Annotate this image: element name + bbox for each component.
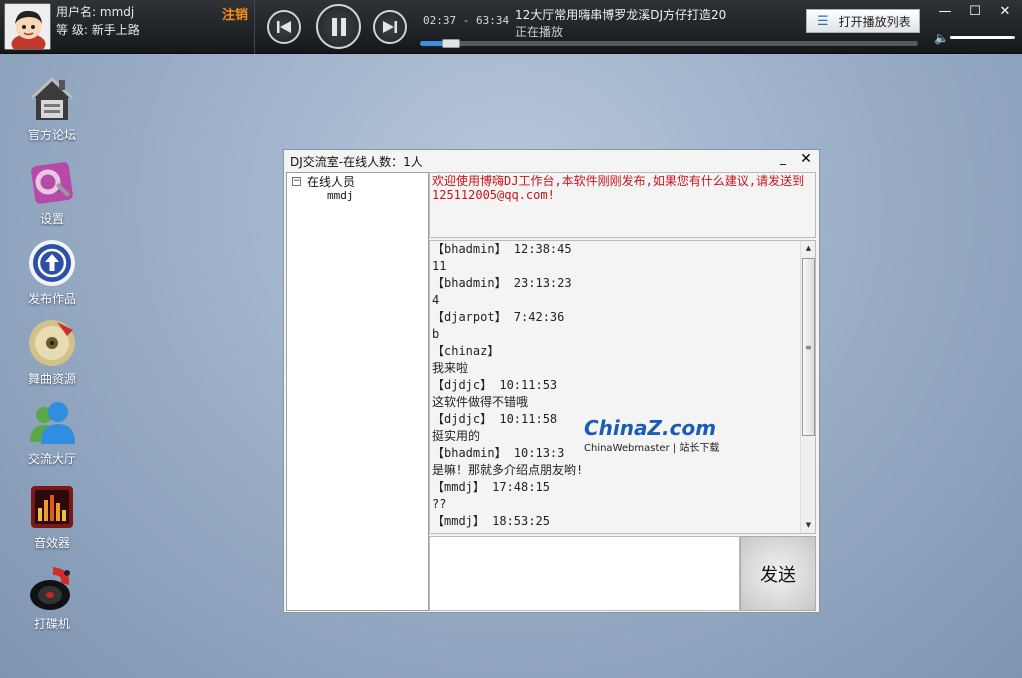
- chat-message-line: 【mmdj】 17:48:15: [432, 480, 550, 494]
- minimize-window-button[interactable]: —: [930, 0, 960, 22]
- pause-icon: [331, 17, 346, 36]
- username-label: 用户名:: [56, 5, 97, 19]
- desktop-icon-forum[interactable]: 官方论坛: [14, 74, 90, 143]
- chinaz-watermark: ChinaZ.com ChinaWebmaster | 站长下载: [584, 416, 719, 454]
- open-playlist-label: 打开播放列表: [838, 14, 911, 29]
- upload-icon: [27, 238, 77, 288]
- top-bar: 用户名: mmdj 等 级: 新手上路 注销 02:37 - 63:34 12大…: [0, 0, 1022, 54]
- chat-message-line: 【chinaz】: [432, 344, 500, 358]
- chat-message-line: 【bhadmin】 12:38:45: [432, 242, 572, 256]
- forum-house-icon: [27, 74, 77, 124]
- chat-message-line: 4: [432, 293, 440, 307]
- maximize-window-button[interactable]: ☐: [960, 0, 990, 22]
- skip-forward-icon: [383, 21, 397, 33]
- list-icon: ☰: [817, 13, 829, 29]
- chat-message-line: 11: [432, 259, 447, 273]
- playback-time: 02:37 - 63:34: [423, 14, 510, 27]
- song-title: 12大厅常用嗨串博罗龙溪DJ方仔打造20: [515, 8, 727, 22]
- pause-button[interactable]: [316, 4, 361, 49]
- online-users-tree: − 在线人员 mmdj: [286, 172, 429, 611]
- message-list: 【bhadmin】 12:38:45 11 【bhadmin】 23:13:23 4 【…: [430, 241, 815, 530]
- previous-track-button[interactable]: [267, 10, 301, 44]
- welcome-notice: 欢迎使用博嗨DJ工作台,本软件刚刚发布,如果您有什么建议,请发送到1251120…: [429, 172, 816, 238]
- skip-back-icon: [277, 21, 291, 33]
- user-panel: 用户名: mmdj 等 级: 新手上路 注销: [0, 0, 255, 54]
- message-scrollbar[interactable]: ▲ ≡ ▼: [800, 241, 815, 533]
- watermark-subtitle: ChinaWebmaster | 站长下载: [584, 443, 720, 454]
- open-playlist-button[interactable]: ☰ 打开播放列表: [806, 9, 920, 33]
- progress-handle[interactable]: [442, 39, 461, 48]
- level-line: 等 级: 新手上路: [56, 21, 140, 38]
- desktop-icon-label: 音效器: [33, 536, 70, 550]
- send-button[interactable]: 发送: [740, 536, 816, 611]
- desktop-icon-label: 官方论坛: [27, 128, 76, 142]
- scroll-thumb[interactable]: ≡: [802, 258, 815, 436]
- desktop-icon-label: 打碟机: [33, 617, 70, 631]
- desktop-icon-equalizer[interactable]: 音效器: [14, 482, 90, 551]
- turntable-icon: [27, 563, 77, 613]
- tree-member-item[interactable]: mmdj: [327, 189, 354, 202]
- volume-slider[interactable]: [950, 36, 1015, 39]
- desktop-icon-label: 舞曲资源: [27, 372, 76, 386]
- playback-status: 正在播放: [515, 25, 564, 39]
- scroll-down-button[interactable]: ▼: [801, 518, 815, 533]
- desktop-icon-label: 发布作品: [27, 292, 76, 306]
- music-disc-icon: [27, 318, 77, 368]
- watermark-logo: ChinaZ.com: [584, 416, 717, 440]
- progress-bar[interactable]: [420, 39, 918, 48]
- message-history[interactable]: 【bhadmin】 12:38:45 11 【bhadmin】 23:13:23 4 【…: [429, 240, 816, 534]
- user-avatar[interactable]: [4, 3, 51, 50]
- desktop-icon-publish[interactable]: 发布作品: [14, 238, 90, 307]
- chat-message-line: 【bhadmin】 23:13:23: [432, 276, 572, 290]
- chat-message-line: 这软件做得不错哦: [432, 395, 529, 409]
- chat-message-line: 【mmdj】 18:53:25: [432, 514, 550, 528]
- desktop-icon-label: 交流大厅: [27, 452, 76, 466]
- desktop-icon-label: 设置: [39, 212, 64, 226]
- window-controls: — ☐ ✕: [930, 0, 1022, 22]
- settings-icon: [27, 158, 77, 208]
- level-value: 新手上路: [91, 23, 140, 37]
- level-label: 等 级:: [56, 23, 88, 37]
- volume-icon[interactable]: 🔈: [934, 31, 949, 45]
- chat-message-line: 是嘛！那就多介绍点朋友哟!: [432, 463, 584, 477]
- desktop-icon-turntable[interactable]: 打碟机: [14, 563, 90, 632]
- equalizer-icon: [27, 482, 77, 532]
- close-window-button[interactable]: ✕: [990, 0, 1020, 22]
- chat-message-line: b: [432, 327, 440, 341]
- dialog-minimize-button[interactable]: _: [775, 151, 791, 169]
- avatar-face-icon: [5, 4, 50, 49]
- logout-link[interactable]: 注销: [222, 4, 248, 23]
- tree-collapse-toggle[interactable]: −: [292, 177, 301, 186]
- desktop-icon-settings[interactable]: 设置: [14, 158, 90, 227]
- dialog-title: DJ交流室-在线人数：1人: [290, 155, 423, 169]
- chat-room-dialog: DJ交流室-在线人数：1人 _ ✕ − 在线人员 mmdj 欢迎使用博嗨DJ工作…: [283, 149, 820, 613]
- username-value: mmdj: [99, 5, 135, 19]
- username-line: 用户名: mmdj: [56, 3, 134, 20]
- desktop-icon-community[interactable]: 交流大厅: [14, 398, 90, 467]
- chat-message-line: 我来啦: [432, 361, 469, 375]
- next-track-button[interactable]: [373, 10, 407, 44]
- desktop-icon-music[interactable]: 舞曲资源: [14, 318, 90, 387]
- chat-message-line: 【djdjc】 10:11:53: [432, 378, 558, 392]
- chat-message-line: 【djarpot】 7:42:36: [432, 310, 565, 324]
- dialog-close-button[interactable]: ✕: [798, 151, 814, 169]
- tree-root-online-members[interactable]: 在线人员: [307, 173, 355, 190]
- scroll-up-button[interactable]: ▲: [801, 241, 815, 256]
- message-input[interactable]: [429, 536, 740, 611]
- volume-fill: [950, 36, 1012, 39]
- users-icon: [27, 398, 77, 448]
- scroll-grip-icon: ≡: [805, 343, 812, 352]
- chat-message-line: ??: [432, 497, 447, 511]
